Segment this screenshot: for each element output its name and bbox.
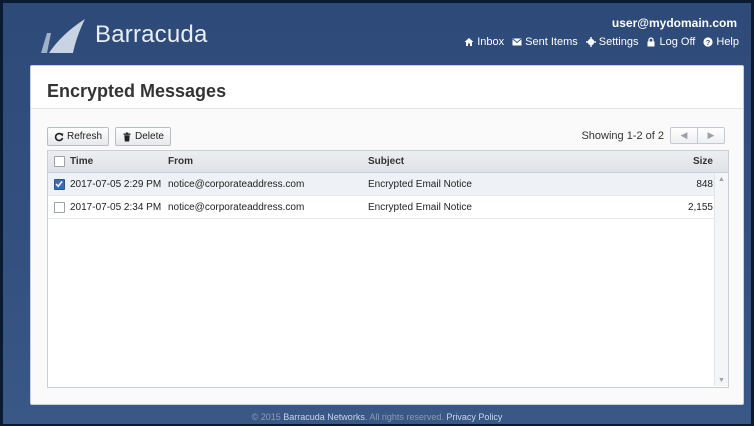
scroll-down-arrow-icon[interactable]: ▼	[715, 374, 728, 386]
nav-sent-items[interactable]: Sent Items	[512, 36, 578, 48]
nav-log-off[interactable]: Log Off	[646, 36, 695, 48]
svg-text:?: ?	[706, 38, 711, 47]
messages-panel: Encrypted Messages Refresh Delete Showin…	[30, 65, 744, 405]
column-from[interactable]: From	[168, 156, 368, 167]
prev-page-button[interactable]: ◀	[670, 127, 697, 144]
help-icon: ?	[703, 37, 713, 47]
scroll-up-arrow-icon[interactable]: ▲	[715, 173, 728, 185]
refresh-label: Refresh	[67, 131, 103, 142]
row-checkbox[interactable]	[53, 178, 65, 190]
column-size[interactable]: Size	[662, 156, 713, 167]
nav-inbox-label: Inbox	[477, 36, 505, 48]
toolbar: Refresh Delete	[47, 127, 171, 146]
pager-buttons: ◀ ▶	[670, 127, 725, 144]
app-frame: Barracuda user@mydomain.com Inbox Sent I…	[3, 3, 751, 424]
checkmark-icon	[55, 181, 63, 188]
footer-rights: . All rights reserved.	[364, 412, 444, 422]
refresh-icon	[54, 132, 64, 141]
vertical-scrollbar[interactable]: ▲ ▼	[714, 173, 728, 386]
nav-help[interactable]: ? Help	[703, 36, 739, 48]
delete-button[interactable]: Delete	[115, 127, 171, 146]
row-time: 2017-07-05 2:29 PM	[70, 178, 162, 190]
nav-help-label: Help	[716, 36, 739, 48]
nav-sent-items-label: Sent Items	[525, 36, 578, 48]
trash-icon	[123, 132, 131, 141]
envelope-icon	[512, 38, 522, 46]
nav-log-off-label: Log Off	[659, 36, 696, 48]
page-title: Encrypted Messages	[47, 81, 227, 101]
row-size: 2,155	[687, 201, 713, 213]
nav-settings[interactable]: Settings	[585, 36, 639, 48]
nav-inbox[interactable]: Inbox	[464, 36, 504, 48]
messages-table: Time From Subject Size 2017-07-05 2:29 P…	[47, 150, 729, 388]
brand-logo[interactable]: Barracuda	[39, 15, 208, 55]
footer-company-link[interactable]: Barracuda Networks	[283, 412, 365, 422]
lock-icon	[647, 37, 655, 47]
home-icon	[464, 38, 474, 46]
delete-label: Delete	[135, 131, 164, 142]
table-row[interactable]: 2017-07-05 2:29 PM notice@corporateaddre…	[48, 173, 728, 196]
row-from: notice@corporateaddress.com	[168, 201, 305, 213]
column-subject[interactable]: Subject	[368, 156, 662, 167]
brand-name: Barracuda	[95, 21, 208, 48]
row-from: notice@corporateaddress.com	[168, 178, 305, 190]
pagination: Showing 1-2 of 2 ◀ ▶	[581, 127, 725, 144]
select-all-checkbox[interactable]	[53, 156, 65, 167]
showing-count: Showing 1-2 of 2	[581, 129, 664, 142]
next-page-button[interactable]: ▶	[697, 127, 725, 144]
footer: © 2015 Barracuda Networks. All rights re…	[0, 412, 754, 422]
refresh-button[interactable]: Refresh	[47, 127, 110, 146]
row-subject: Encrypted Email Notice	[368, 201, 472, 213]
table-header: Time From Subject Size	[48, 151, 728, 173]
column-time[interactable]: Time	[70, 156, 168, 167]
barracuda-logo-icon	[41, 19, 85, 53]
row-size: 848	[696, 178, 713, 190]
row-checkbox[interactable]	[53, 201, 65, 213]
user-email: user@mydomain.com	[611, 16, 737, 30]
row-time: 2017-07-05 2:34 PM	[70, 201, 162, 213]
row-subject: Encrypted Email Notice	[368, 178, 472, 190]
nav-settings-label: Settings	[598, 36, 639, 48]
top-nav: Inbox Sent Items Settings Log Off ? Help	[464, 36, 739, 48]
gear-icon	[585, 37, 596, 47]
footer-copyright: © 2015	[251, 412, 281, 422]
privacy-policy-link[interactable]: Privacy Policy	[446, 412, 502, 422]
table-row[interactable]: 2017-07-05 2:34 PM notice@corporateaddre…	[48, 196, 728, 219]
